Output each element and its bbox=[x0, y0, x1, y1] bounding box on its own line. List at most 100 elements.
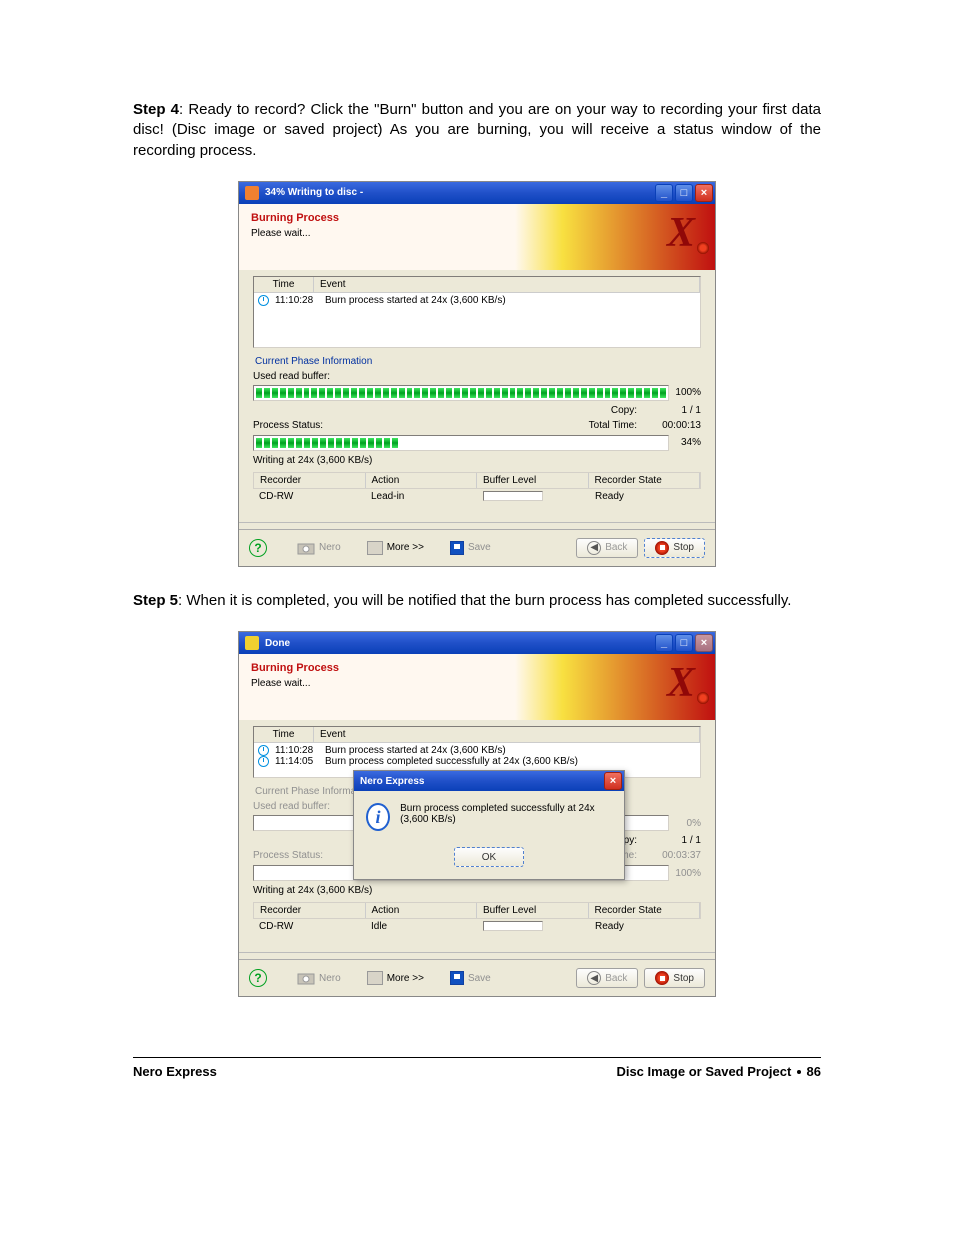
recorder-table: Recorder Action Buffer Level Recorder St… bbox=[253, 902, 701, 936]
save-icon bbox=[450, 541, 464, 555]
nero-button[interactable]: Nero bbox=[297, 540, 341, 556]
bottom-toolbar: ? Nero More >> Save ◀ Back Stop bbox=[239, 959, 715, 996]
event-time: 11:10:28 bbox=[273, 295, 321, 306]
more-button[interactable]: More >> bbox=[367, 541, 424, 555]
close-button[interactable]: × bbox=[695, 184, 713, 202]
col-event[interactable]: Event bbox=[314, 727, 700, 742]
process-status-label: Process Status: bbox=[253, 850, 323, 861]
buffer-level-progressbar bbox=[483, 921, 543, 931]
cell-recorder-state: Ready bbox=[589, 919, 701, 936]
dialog-message: Burn process completed successfully at 2… bbox=[400, 803, 612, 825]
stop-icon bbox=[655, 541, 669, 555]
header-banner: Burning Process Please wait... X bbox=[239, 654, 715, 720]
burn-progress-window: 34% Writing to disc - _ □ × Burning Proc… bbox=[238, 181, 716, 567]
footer-right: Disc Image or Saved Project 86 bbox=[616, 1064, 821, 1079]
save-button[interactable]: Save bbox=[450, 971, 491, 985]
process-status-label: Process Status: bbox=[253, 420, 323, 431]
burning-process-title: Burning Process bbox=[251, 662, 703, 674]
dialog-close-button[interactable]: × bbox=[604, 772, 622, 790]
more-button[interactable]: More >> bbox=[367, 971, 424, 985]
please-wait-text: Please wait... bbox=[251, 678, 703, 689]
help-icon[interactable]: ? bbox=[249, 969, 267, 987]
back-button[interactable]: ◀ Back bbox=[576, 968, 638, 988]
step4-paragraph: Step 4: Ready to record? Click the "Burn… bbox=[133, 100, 821, 161]
page-footer: Nero Express Disc Image or Saved Project… bbox=[133, 1057, 821, 1079]
col-event[interactable]: Event bbox=[314, 277, 700, 292]
total-time-value: 00:00:13 bbox=[641, 420, 701, 431]
step4-label: Step 4 bbox=[133, 101, 179, 118]
window-title: 34% Writing to disc - bbox=[265, 187, 655, 198]
please-wait-text: Please wait... bbox=[251, 228, 703, 239]
col-recorder-state[interactable]: Recorder State bbox=[589, 903, 701, 918]
back-button[interactable]: ◀ Back bbox=[576, 538, 638, 558]
col-time[interactable]: Time bbox=[254, 277, 314, 292]
event-row: 11:14:05 Burn process completed successf… bbox=[254, 756, 700, 767]
clock-icon bbox=[258, 745, 269, 756]
nero-logo-icon: X bbox=[667, 212, 709, 254]
clock-icon bbox=[258, 295, 269, 306]
app-icon bbox=[245, 186, 259, 200]
bullet-icon bbox=[797, 1070, 801, 1074]
event-log-table: Time Event 11:10:28 Burn process started… bbox=[253, 276, 701, 348]
col-recorder-state[interactable]: Recorder State bbox=[589, 473, 701, 488]
titlebar[interactable]: Done _ □ × bbox=[239, 632, 715, 654]
step4-body: : Ready to record? Click the "Burn" butt… bbox=[133, 101, 821, 159]
phase-info-label: Current Phase Information bbox=[255, 356, 701, 367]
stop-button[interactable]: Stop bbox=[644, 538, 705, 558]
col-time[interactable]: Time bbox=[254, 727, 314, 742]
process-percent: 100% bbox=[669, 868, 701, 879]
copy-value: 1 / 1 bbox=[641, 835, 701, 846]
dialog-titlebar[interactable]: Nero Express × bbox=[354, 771, 624, 791]
read-buffer-percent: 0% bbox=[669, 818, 701, 829]
copy-value: 1 / 1 bbox=[641, 405, 701, 416]
col-buffer-level[interactable]: Buffer Level bbox=[477, 473, 589, 488]
col-recorder[interactable]: Recorder bbox=[254, 473, 366, 488]
total-time-label: Total Time: bbox=[589, 420, 637, 431]
step5-body: : When it is completed, you will be noti… bbox=[178, 592, 791, 609]
event-time: 11:10:28 bbox=[273, 745, 321, 756]
titlebar[interactable]: 34% Writing to disc - _ □ × bbox=[239, 182, 715, 204]
nero-logo-icon: X bbox=[667, 662, 709, 704]
nero-icon bbox=[297, 540, 315, 556]
stop-button[interactable]: Stop bbox=[644, 968, 705, 988]
cell-buffer-level bbox=[477, 489, 589, 506]
step5-paragraph: Step 5: When it is completed, you will b… bbox=[133, 591, 821, 611]
cell-buffer-level bbox=[477, 919, 589, 936]
cell-action: Idle bbox=[365, 919, 477, 936]
event-text: Burn process started at 24x (3,600 KB/s) bbox=[321, 745, 696, 756]
minimize-button[interactable]: _ bbox=[655, 184, 673, 202]
copy-label: Copy: bbox=[611, 405, 637, 416]
nero-icon bbox=[297, 970, 315, 986]
save-button[interactable]: Save bbox=[450, 541, 491, 555]
maximize-button[interactable]: □ bbox=[675, 184, 693, 202]
nero-button[interactable]: Nero bbox=[297, 970, 341, 986]
maximize-button[interactable]: □ bbox=[675, 634, 693, 652]
col-buffer-level[interactable]: Buffer Level bbox=[477, 903, 589, 918]
help-icon[interactable]: ? bbox=[249, 539, 267, 557]
buffer-level-progressbar bbox=[483, 491, 543, 501]
col-action[interactable]: Action bbox=[366, 903, 478, 918]
minimize-button[interactable]: _ bbox=[655, 634, 673, 652]
save-icon bbox=[450, 971, 464, 985]
total-time-value: 00:03:37 bbox=[641, 850, 701, 861]
burn-done-window: Done _ □ × Burning Process Please wait..… bbox=[238, 631, 716, 997]
cell-recorder-state: Ready bbox=[589, 489, 701, 506]
burning-process-title: Burning Process bbox=[251, 212, 703, 224]
col-recorder[interactable]: Recorder bbox=[254, 903, 366, 918]
back-arrow-icon: ◀ bbox=[587, 541, 601, 555]
writing-speed-text: Writing at 24x (3,600 KB/s) bbox=[253, 885, 701, 896]
completion-dialog: Nero Express × i Burn process completed … bbox=[353, 770, 625, 880]
step5-label: Step 5 bbox=[133, 592, 178, 609]
event-row: 11:10:28 Burn process started at 24x (3,… bbox=[254, 745, 700, 756]
read-buffer-percent: 100% bbox=[669, 387, 701, 398]
process-percent: 34% bbox=[669, 437, 701, 448]
close-button[interactable]: × bbox=[695, 634, 713, 652]
ok-button[interactable]: OK bbox=[454, 847, 524, 867]
recorder-table: Recorder Action Buffer Level Recorder St… bbox=[253, 472, 701, 506]
info-icon: i bbox=[366, 803, 390, 831]
col-action[interactable]: Action bbox=[366, 473, 478, 488]
cell-recorder: CD-RW bbox=[253, 489, 365, 506]
cell-action: Lead-in bbox=[365, 489, 477, 506]
used-buffer-label: Used read buffer: bbox=[253, 371, 701, 382]
footer-left: Nero Express bbox=[133, 1064, 217, 1079]
